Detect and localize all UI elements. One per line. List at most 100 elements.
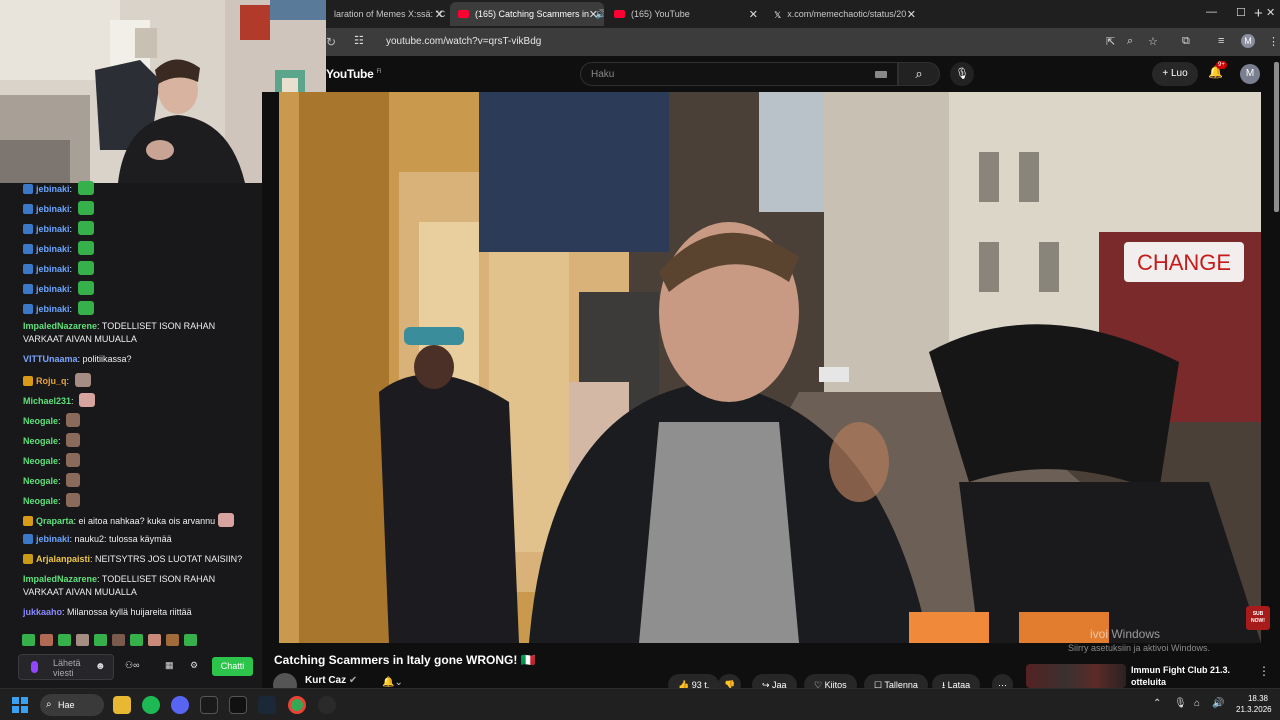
obs-icon[interactable] xyxy=(318,696,336,714)
chat-username[interactable]: Neogale xyxy=(23,416,58,426)
site-info-icon[interactable]: ☷ xyxy=(354,34,364,47)
chat-username[interactable]: Arjalanpaisti xyxy=(36,554,90,564)
chat-username[interactable]: Roju_q xyxy=(36,376,67,386)
chat-settings-gear-icon[interactable]: ⚙ xyxy=(190,660,198,671)
windows-start-icon[interactable] xyxy=(12,697,28,713)
chat-username[interactable]: jebinaki xyxy=(36,304,70,314)
search-button[interactable]: ⌕ xyxy=(898,62,940,86)
close-icon[interactable]: ✕ xyxy=(749,8,758,21)
chat-username[interactable]: Neogale xyxy=(23,476,58,486)
chrome-icon[interactable] xyxy=(288,696,306,714)
chat-badge-icon[interactable] xyxy=(23,284,33,294)
chat-username[interactable]: VITTUnaama xyxy=(23,354,78,364)
chat-username[interactable]: jukkaaho xyxy=(23,607,62,617)
chat-badge-icon[interactable] xyxy=(23,184,33,194)
chat-username[interactable]: jebinaki xyxy=(36,244,70,254)
chat-username[interactable]: ImpaledNazarene xyxy=(23,574,97,584)
reload-icon[interactable]: ↻ xyxy=(326,35,336,49)
channel-name[interactable]: Kurt Caz ✔ xyxy=(305,675,357,686)
emote-icon[interactable] xyxy=(22,634,35,646)
chat-message-input[interactable]: Lähetä viesti ☻ xyxy=(18,654,114,680)
chat-mic-icon[interactable] xyxy=(31,661,38,673)
chat-badge-icon[interactable] xyxy=(23,554,33,564)
spotify-icon[interactable] xyxy=(142,696,160,714)
chat-badge-icon[interactable] xyxy=(23,516,33,526)
emote-icon[interactable] xyxy=(148,634,161,646)
minimize-icon[interactable]: — xyxy=(1206,6,1217,18)
create-button[interactable]: + Luo xyxy=(1152,62,1198,86)
browser-tab[interactable]: 𝕏 x.com/memechaotic/status/20 ✕ xyxy=(766,2,922,26)
chat-username[interactable]: jebinaki xyxy=(36,534,70,544)
store-icon[interactable]: ▦ xyxy=(165,660,174,671)
chat-username[interactable]: Neogale xyxy=(23,456,58,466)
user-avatar[interactable]: M xyxy=(1240,64,1260,84)
video-player[interactable]: CHANGE xyxy=(279,92,1261,643)
recommended-more-icon[interactable]: ⋮ xyxy=(1258,664,1270,678)
close-icon[interactable]: ✕ xyxy=(589,8,598,21)
install-icon[interactable]: ⇱ xyxy=(1106,35,1115,48)
emote-icon[interactable] xyxy=(76,634,89,646)
emote-icon[interactable] xyxy=(40,634,53,646)
chat-username[interactable]: jebinaki xyxy=(36,264,70,274)
chat-badge-icon[interactable] xyxy=(23,244,33,254)
chat-badge-icon[interactable] xyxy=(23,264,33,274)
browser-tab-active[interactable]: (165) Catching Scammers in 🔊 ✕ xyxy=(450,2,604,26)
browser-tab[interactable]: (165) YouTube ✕ xyxy=(606,2,764,26)
window-close-icon[interactable]: ✕ xyxy=(1266,6,1275,19)
chat-username[interactable]: jebinaki xyxy=(36,284,70,294)
notion-icon[interactable] xyxy=(229,696,247,714)
youtube-logo[interactable]: YouTube FI xyxy=(326,67,381,81)
close-icon[interactable]: ✕ xyxy=(435,8,444,21)
emote-icon[interactable] xyxy=(130,634,143,646)
browser-tab[interactable]: laration of Memes X:ssä: "C ✕ xyxy=(326,2,450,26)
profile-avatar[interactable]: M xyxy=(1241,34,1255,48)
close-icon[interactable]: ✕ xyxy=(907,8,916,21)
keyboard-icon[interactable] xyxy=(875,71,887,78)
emote-icon[interactable] xyxy=(94,634,107,646)
chat-username[interactable]: Qraparta xyxy=(36,516,74,526)
recommended-video-title[interactable]: Immun Fight Club 21.3. otteluita xyxy=(1131,664,1241,688)
chat-badge-icon[interactable] xyxy=(23,304,33,314)
search-input[interactable]: Haku xyxy=(580,62,898,86)
page-scrollbar[interactable] xyxy=(1274,62,1279,212)
emoji-picker-icon[interactable]: ☻ xyxy=(95,661,106,672)
media-control-icon[interactable]: ≡ xyxy=(1218,35,1224,47)
steam-icon[interactable] xyxy=(258,696,276,714)
extensions-icon[interactable]: ⧉ xyxy=(1182,35,1190,48)
mic-tray-icon[interactable]: 🎙 xyxy=(1174,698,1187,709)
emote-icon[interactable] xyxy=(112,634,125,646)
zoom-icon[interactable]: ⌕ xyxy=(1127,35,1133,48)
network-icon[interactable]: ⌂ xyxy=(1194,698,1200,709)
maximize-icon[interactable]: ☐ xyxy=(1236,6,1246,19)
recommended-video-thumbnail[interactable] xyxy=(1026,664,1126,688)
chat-username[interactable]: jebinaki xyxy=(36,224,70,234)
new-tab-icon[interactable]: + xyxy=(1254,5,1263,22)
volume-icon[interactable]: 🔊 xyxy=(1212,698,1224,709)
bookmark-star-icon[interactable]: ☆ xyxy=(1148,35,1158,48)
chat-badge-icon[interactable] xyxy=(23,204,33,214)
emote-icon[interactable] xyxy=(166,634,179,646)
taskbar-clock[interactable]: 18.38 21.3.2026 xyxy=(1236,693,1272,715)
chat-username[interactable]: jebinaki xyxy=(36,204,70,214)
chat-badge-icon[interactable] xyxy=(23,534,33,544)
chat-username[interactable]: jebinaki xyxy=(36,184,70,194)
subscribe-now-badge[interactable]: SUB NOW! xyxy=(1246,606,1270,630)
chat-username[interactable]: ImpaledNazarene xyxy=(23,321,97,331)
emote-icon[interactable] xyxy=(184,634,197,646)
url-field[interactable]: ☷ youtube.com/watch?v=qrsT-vikBdg xyxy=(344,32,1104,52)
chat-send-button[interactable]: Chatti xyxy=(212,657,253,676)
chat-username[interactable]: Michael231 xyxy=(23,396,71,406)
chat-badge-icon[interactable] xyxy=(23,224,33,234)
file-explorer-icon[interactable] xyxy=(113,696,131,714)
capcut-icon[interactable] xyxy=(200,696,218,714)
taskbar-search[interactable]: ⌕ Hae xyxy=(40,694,104,716)
menu-dots-icon[interactable]: ⋮ xyxy=(1268,35,1279,48)
subscription-bell-icon[interactable]: 🔔⌄ xyxy=(382,677,403,688)
discord-icon[interactable] xyxy=(171,696,189,714)
channel-points-icon[interactable]: ⚇∞ xyxy=(125,660,139,671)
emote-icon[interactable] xyxy=(58,634,71,646)
chat-username[interactable]: Neogale xyxy=(23,496,58,506)
tray-overflow-icon[interactable]: ⌃ xyxy=(1153,698,1161,709)
chat-username[interactable]: Neogale xyxy=(23,436,58,446)
chat-badge-icon[interactable] xyxy=(23,376,33,386)
